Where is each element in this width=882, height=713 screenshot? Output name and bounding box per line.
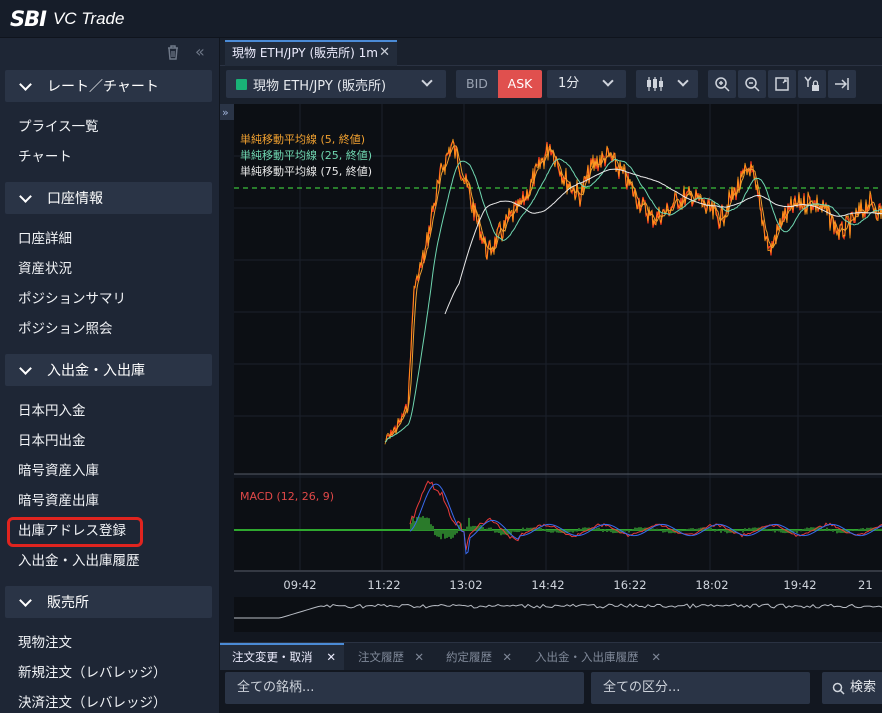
sidebar-item-account-details[interactable]: 口座詳細	[0, 224, 219, 254]
tab-label: 現物 ETH/JPY (販売所) 1m	[232, 46, 378, 60]
tab-transfer-history[interactable]: 入出金・入出庫履歴 ✕	[523, 643, 669, 671]
symbol-filter-select[interactable]: 全ての銘柄...	[225, 672, 584, 704]
symbol-color-icon	[236, 78, 247, 90]
bid-button[interactable]: BID	[456, 70, 498, 98]
section-deposit-withdrawal[interactable]: 入出金・入出庫	[5, 354, 212, 386]
chevron-down-icon	[19, 596, 31, 608]
chevron-down-icon	[677, 75, 689, 87]
tab-execution-history[interactable]: 約定履歴 ✕	[434, 643, 520, 671]
bid-ask-toggle: BID ASK	[456, 70, 542, 98]
chevron-down-icon	[19, 364, 31, 376]
sidebar-item-chart[interactable]: チャート	[0, 142, 219, 172]
candlestick-icon	[646, 76, 664, 96]
symbol-select[interactable]: 現物 ETH/JPY (販売所)	[226, 70, 446, 98]
x-tick: 13:02	[449, 578, 483, 592]
x-tick: 21	[858, 578, 873, 592]
main-panel: 現物 ETH/JPY (販売所) 1m ✕ 現物 ETH/JPY (販売所) B…	[220, 38, 882, 713]
tab-label: 注文変更・取消	[232, 650, 313, 664]
bottom-tab-bar: 注文変更・取消 ✕ 注文履歴 ✕ 約定履歴 ✕ 入出金・入出庫履歴 ✕	[220, 642, 882, 671]
timeframe-label: 1分	[558, 76, 580, 91]
close-icon[interactable]: ✕	[651, 643, 661, 671]
sidebar-item-crypto-deposit[interactable]: 暗号資産入庫	[0, 456, 219, 486]
sidebar-item-price-list[interactable]: プライス一覧	[0, 112, 219, 142]
sidebar: « レート／チャート プライス一覧 チャート 口座情報 口座詳細 資産状況 ポジ…	[0, 38, 220, 713]
sidebar-item-crypto-withdrawal[interactable]: 暗号資産出庫	[0, 486, 219, 516]
chevron-down-icon	[19, 80, 31, 92]
tab-order-modify-cancel[interactable]: 注文変更・取消 ✕	[220, 643, 344, 671]
section-title: 販売所	[47, 595, 89, 611]
search-icon	[832, 682, 845, 695]
section-rate-chart[interactable]: レート／チャート	[5, 70, 212, 102]
chart-type-select[interactable]	[636, 70, 698, 98]
close-icon[interactable]: ✕	[502, 643, 512, 671]
fit-screen-icon	[775, 77, 789, 91]
tab-label: 入出金・入出庫履歴	[535, 650, 639, 664]
svg-text:»: »	[222, 106, 229, 119]
y-axis-lock-icon	[804, 76, 819, 91]
price-chart[interactable]: » 単純移動平均線 (5, 終値) 単純移動平均線 (25, 終値) 単純移動平…	[220, 104, 882, 642]
ask-button[interactable]: ASK	[498, 70, 542, 98]
close-icon[interactable]: ✕	[326, 645, 336, 669]
x-tick: 11:22	[367, 578, 401, 592]
symbol-label: 現物 ETH/JPY (販売所)	[253, 78, 387, 94]
sidebar-item-close-order-leverage[interactable]: 決済注文（レバレッジ）	[0, 688, 219, 713]
zoom-in-icon	[715, 77, 730, 92]
section-title: レート／チャート	[47, 79, 159, 95]
legend-sma-75: 単純移動平均線 (75, 終値)	[240, 165, 373, 178]
tab-order-history[interactable]: 注文履歴 ✕	[346, 643, 432, 671]
x-tick: 09:42	[283, 578, 317, 592]
highlight-box	[7, 517, 143, 547]
sidebar-item-new-order-leverage[interactable]: 新規注文（レバレッジ）	[0, 658, 219, 688]
trash-icon[interactable]	[166, 44, 180, 64]
y-axis-lock-button[interactable]	[798, 70, 826, 98]
chevron-down-icon	[602, 75, 614, 87]
sidebar-item-jpy-withdrawal[interactable]: 日本円出金	[0, 426, 219, 456]
close-icon[interactable]: ✕	[414, 643, 424, 671]
section-exchange[interactable]: 販売所	[5, 586, 212, 618]
x-tick: 14:42	[531, 578, 565, 592]
chart-toolbar: 現物 ETH/JPY (販売所) BID ASK 1分	[220, 66, 882, 104]
filter-bar: 全ての銘柄... 全ての区分... 検索	[220, 670, 882, 713]
scroll-to-latest-button[interactable]	[828, 70, 856, 98]
search-button[interactable]: 検索	[822, 672, 882, 704]
legend-sma-5: 単純移動平均線 (5, 終値)	[240, 133, 366, 146]
zoom-out-button[interactable]	[738, 70, 766, 98]
macd-label: MACD (12, 26, 9)	[240, 490, 335, 503]
chart-canvas[interactable]: »	[220, 104, 882, 642]
tab-eth-jpy-chart[interactable]: 現物 ETH/JPY (販売所) 1m ✕	[225, 40, 397, 66]
sidebar-item-asset-status[interactable]: 資産状況	[0, 254, 219, 284]
zoom-out-icon	[745, 77, 760, 92]
tab-label: 注文履歴	[358, 650, 404, 664]
app-header: SBI VC Trade	[0, 0, 882, 38]
zoom-in-button[interactable]	[708, 70, 736, 98]
close-icon[interactable]: ✕	[379, 42, 390, 64]
sidebar-item-withdrawal-address[interactable]: 出庫アドレス登録	[0, 516, 219, 547]
brand-product: VC Trade	[52, 9, 125, 28]
sidebar-tools: «	[0, 38, 219, 66]
x-tick: 18:02	[695, 578, 729, 592]
fit-screen-button[interactable]	[768, 70, 796, 98]
sidebar-item-spot-order[interactable]: 現物注文	[0, 628, 219, 658]
tab-label: 約定履歴	[446, 650, 492, 664]
collapse-sidebar-icon[interactable]: «	[195, 42, 205, 61]
section-title: 入出金・入出庫	[47, 363, 145, 379]
sidebar-item-transfer-history[interactable]: 入出金・入出庫履歴	[0, 546, 219, 576]
x-tick: 19:42	[783, 578, 817, 592]
legend-sma-25: 単純移動平均線 (25, 終値)	[240, 149, 373, 162]
chevron-down-icon	[19, 192, 31, 204]
section-account-info[interactable]: 口座情報	[5, 182, 212, 214]
search-label: 検索	[850, 680, 877, 695]
chevron-down-icon	[421, 75, 433, 87]
sidebar-item-position-inquiry[interactable]: ポジション照会	[0, 314, 219, 344]
arrow-to-end-icon	[835, 78, 849, 90]
sbi-vc-trade-logo[interactable]: SBI VC Trade	[10, 7, 124, 31]
brand-sbi: SBI	[10, 7, 47, 31]
type-filter-select[interactable]: 全ての区分...	[591, 672, 810, 704]
chart-tab-bar: 現物 ETH/JPY (販売所) 1m ✕	[220, 38, 882, 66]
sidebar-item-jpy-deposit[interactable]: 日本円入金	[0, 396, 219, 426]
x-tick: 16:22	[613, 578, 647, 592]
section-title: 口座情報	[47, 191, 103, 207]
sidebar-item-position-summary[interactable]: ポジションサマリ	[0, 284, 219, 314]
timeframe-select[interactable]: 1分	[547, 70, 626, 98]
